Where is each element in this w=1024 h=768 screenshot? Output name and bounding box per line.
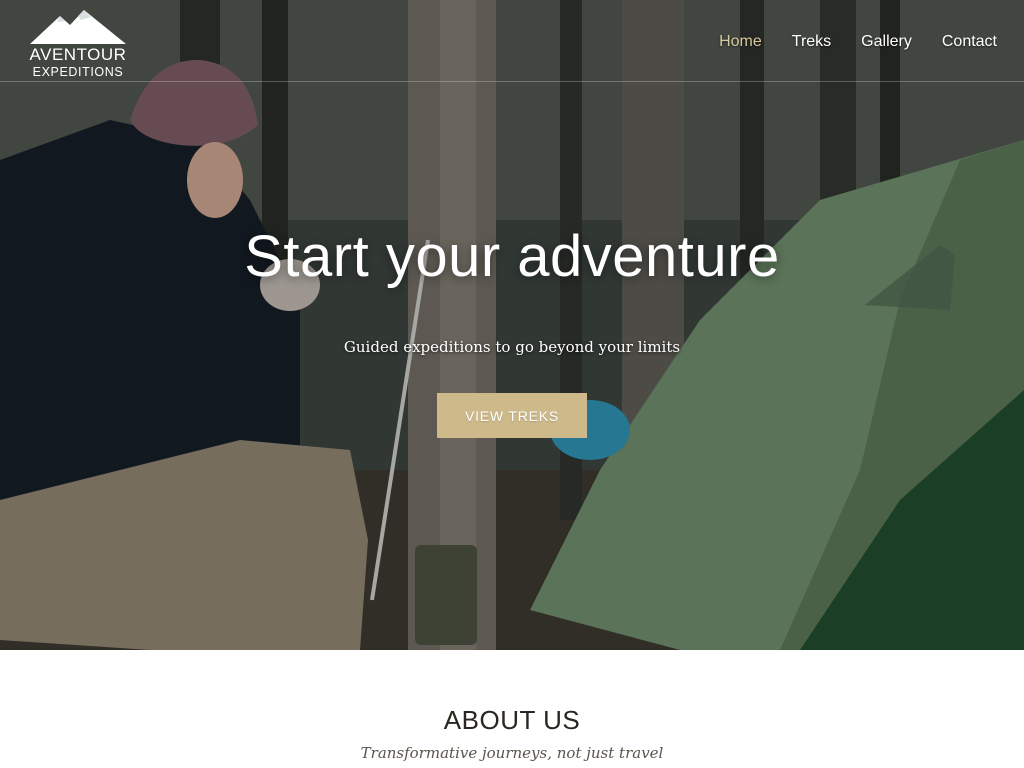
hero-section: AVENTOUR EXPEDITIONS Home Treks Gallery … — [0, 0, 1024, 650]
hero-overlay — [0, 0, 1024, 650]
about-section: ABOUT US Transformative journeys, not ju… — [0, 650, 1024, 768]
view-treks-button[interactable]: VIEW TREKS — [437, 393, 587, 438]
nav-link-gallery[interactable]: Gallery — [861, 31, 912, 53]
brand-tagline: EXPEDITIONS — [32, 65, 124, 79]
main-navigation: Home Treks Gallery Contact — [719, 31, 997, 53]
hero-title: Start your adventure — [244, 224, 780, 289]
brand-name: AVENTOUR — [29, 45, 127, 64]
nav-link-home[interactable]: Home — [719, 31, 762, 53]
hero-subtitle: Guided expeditions to go beyond your lim… — [343, 338, 681, 356]
about-tagline: Transformative journeys, not just travel — [360, 744, 664, 762]
nav-divider — [0, 81, 1024, 82]
mountain-icon — [30, 10, 126, 44]
nav-link-treks[interactable]: Treks — [792, 31, 831, 53]
brand-logo[interactable]: AVENTOUR EXPEDITIONS — [26, 8, 130, 79]
about-title: ABOUT US — [443, 705, 581, 735]
nav-link-contact[interactable]: Contact — [942, 31, 997, 53]
